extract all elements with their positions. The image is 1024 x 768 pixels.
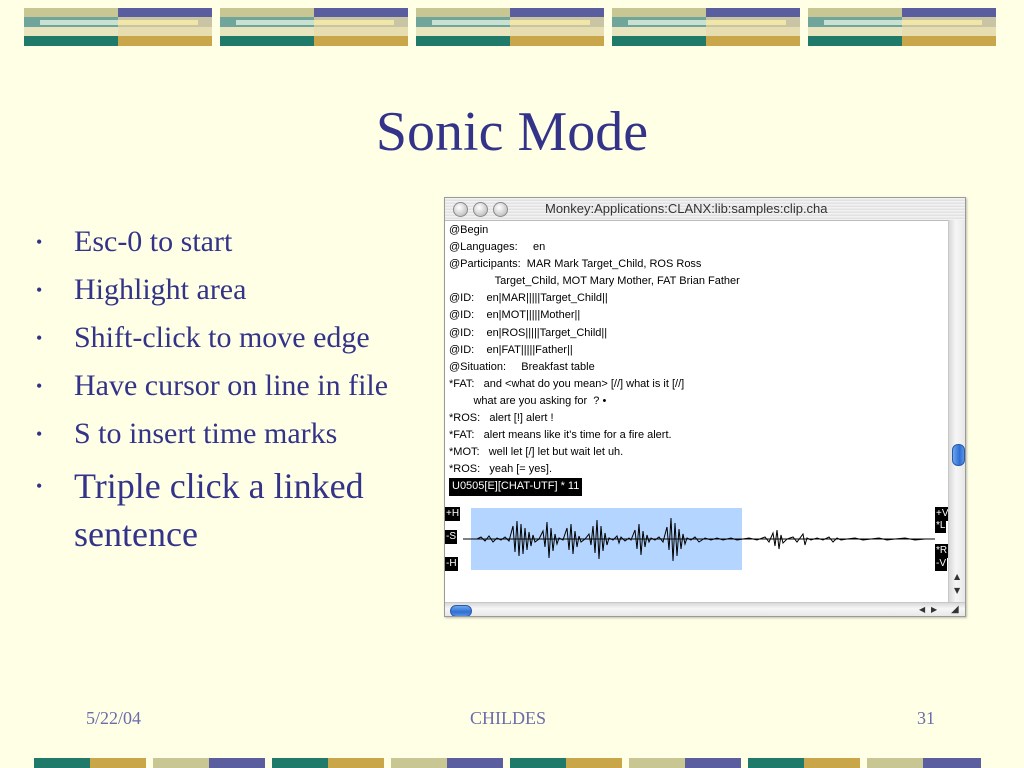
slide-title: Sonic Mode <box>375 101 649 163</box>
resize-grip-icon[interactable]: ◢ <box>951 604 959 615</box>
footer-page-number: 31 <box>917 708 935 728</box>
banner-block <box>612 8 800 46</box>
transcript-line[interactable]: @Participants: MAR Mark Target_Child, RO… <box>449 256 943 273</box>
transcript-line[interactable]: @Begin <box>449 222 943 239</box>
footer-date: 5/22/04 <box>86 708 142 728</box>
bullet-text: S to insert time marks <box>74 417 338 450</box>
bullet-item: • Esc-0 to start <box>36 222 426 262</box>
scroll-left-arrow-icon[interactable]: ◀ <box>919 605 925 614</box>
transcript-line[interactable]: @ID: en|MOT|||||Mother|| <box>449 307 943 324</box>
banner-block <box>24 8 212 46</box>
transcript-line[interactable]: *ROS: alert [!] alert ! <box>449 410 943 427</box>
vertical-scroll-thumb[interactable] <box>952 444 965 466</box>
transcript-line[interactable]: what are you asking for ? • <box>449 393 943 410</box>
bullet-list: • Esc-0 to start • Highlight area • Shift-c… <box>36 222 426 566</box>
horizontal-scrollbar[interactable]: ◀ ▶ ◢ <box>445 602 965 616</box>
clan-editor-window: Monkey:Applications:CLANX:lib:samples:cl… <box>444 197 966 617</box>
waveform-display[interactable] <box>445 504 948 578</box>
transcript-line[interactable]: @ID: en|FAT|||||Father|| <box>449 342 943 359</box>
banner-block <box>220 8 408 46</box>
zoom-window-icon[interactable] <box>493 202 508 217</box>
scroll-up-arrow-icon[interactable]: ▲ <box>954 572 960 581</box>
increase-horizontal-button[interactable]: +H <box>445 507 461 521</box>
bullet-text: Esc-0 to start <box>74 225 233 258</box>
bullet-text: Shift-click to move edge <box>74 321 370 354</box>
right-channel-button[interactable]: *R <box>935 544 949 558</box>
status-bar: U0505[E][CHAT-UTF] * 11 <box>449 478 583 496</box>
transcript-line[interactable]: *ROS: yeah [= yes]. <box>449 461 943 478</box>
bullet-item: • Triple click a linked sentence <box>36 462 426 558</box>
transcript-line[interactable]: @ID: en|MAR|||||Target_Child|| <box>449 290 943 307</box>
transcript-line[interactable]: @ID: en|ROS|||||Target_Child|| <box>449 325 943 342</box>
bullet-dot-icon: • <box>36 280 43 300</box>
status-line: U0505[E][CHAT-UTF] * 11 <box>449 478 943 496</box>
vertical-scrollbar[interactable]: ▲ ▼ <box>948 220 965 602</box>
bullet-item: • Shift-click to move edge <box>36 318 426 358</box>
bullet-item: • Have cursor on line in file <box>36 366 426 406</box>
transcript-line[interactable]: @Languages: en <box>449 239 943 256</box>
transcript-line[interactable]: Target_Child, MOT Mary Mother, FAT Brian… <box>449 273 943 290</box>
horizontal-scroll-thumb[interactable] <box>450 605 472 616</box>
transcript-line[interactable]: @Situation: Breakfast table <box>449 359 943 376</box>
transcript-text-area[interactable]: @Begin @Languages: en @Participants: MAR… <box>449 222 943 498</box>
left-channel-button[interactable]: *L <box>935 519 947 533</box>
bottom-banner <box>0 758 1024 768</box>
transcript-line[interactable]: *FAT: alert means like it's time for a f… <box>449 427 943 444</box>
decrease-vertical-button[interactable]: -V <box>935 557 947 571</box>
transcript-line[interactable]: *FAT: and <what do you mean> [//] what i… <box>449 376 943 393</box>
banner-block <box>808 8 996 46</box>
bullet-text: Have cursor on line in file <box>74 369 389 402</box>
bullet-dot-icon: • <box>36 376 43 396</box>
footer-center: CHILDES <box>470 708 546 728</box>
decrease-horizontal-button[interactable]: -H <box>445 557 458 571</box>
bullet-dot-icon: • <box>36 328 43 348</box>
minimize-window-icon[interactable] <box>473 202 488 217</box>
sound-play-button[interactable]: -S <box>445 530 457 544</box>
scroll-down-arrow-icon[interactable]: ▼ <box>954 586 960 595</box>
bullet-item: • S to insert time marks <box>36 414 426 454</box>
bullet-text: Highlight area <box>74 273 247 306</box>
sonic-waveform-panel[interactable]: +H -S -H +V *L *R -V <box>445 504 950 578</box>
top-banner <box>0 0 1024 56</box>
window-titlebar[interactable]: Monkey:Applications:CLANX:lib:samples:cl… <box>445 198 965 221</box>
window-title: Monkey:Applications:CLANX:lib:samples:cl… <box>545 201 828 216</box>
bullet-dot-icon: • <box>36 424 43 444</box>
banner-block <box>416 8 604 46</box>
bullet-item: • Highlight area <box>36 270 426 310</box>
bullet-text: Triple click a linked sentence <box>74 466 364 554</box>
close-window-icon[interactable] <box>453 202 468 217</box>
bullet-dot-icon: • <box>36 232 43 252</box>
bullet-dot-icon: • <box>36 476 43 496</box>
transcript-line[interactable]: *MOT: well let [/] let but wait let uh. <box>449 444 943 461</box>
scroll-right-arrow-icon[interactable]: ▶ <box>931 605 937 614</box>
